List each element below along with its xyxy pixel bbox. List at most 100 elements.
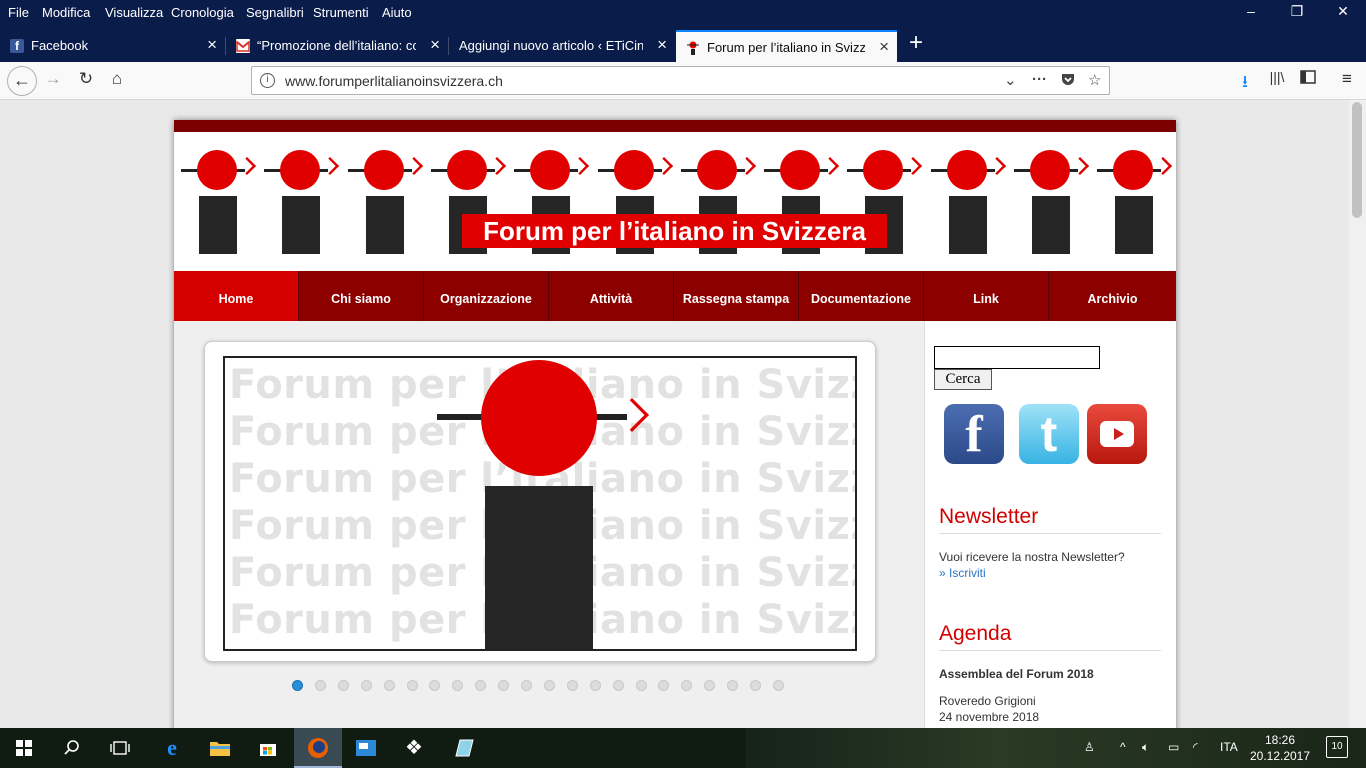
figure-head xyxy=(363,150,404,190)
forward-arrow-icon[interactable]: → xyxy=(40,69,66,93)
chevron-up-icon[interactable]: ^ xyxy=(1120,740,1126,754)
nav-home[interactable]: Home xyxy=(174,271,299,321)
slider-dot[interactable] xyxy=(681,680,693,691)
store-icon[interactable] xyxy=(244,728,292,768)
library-icon[interactable]: |||\ xyxy=(1264,69,1290,93)
language-indicator[interactable]: ITA xyxy=(1220,740,1238,754)
figure-body xyxy=(365,196,404,254)
search-input[interactable] xyxy=(934,346,1100,369)
search-icon[interactable] xyxy=(48,728,96,768)
notes-icon[interactable] xyxy=(440,728,488,768)
tab-wordpress[interactable]: Aggiungi nuovo articolo ‹ ETiCinfor × xyxy=(449,30,675,62)
wifi-icon[interactable]: ◜ xyxy=(1193,740,1198,754)
clock[interactable]: 18:26 20.12.2017 xyxy=(1248,732,1312,764)
close-tab-icon[interactable]: × xyxy=(879,38,889,55)
menu-aiuto[interactable]: Aiuto xyxy=(382,5,412,20)
url-text[interactable]: www.forumperlitalianoinsvizzera.ch xyxy=(285,73,503,89)
info-icon[interactable]: i xyxy=(260,73,275,88)
close-tab-icon[interactable]: × xyxy=(657,36,667,53)
slider-dot[interactable] xyxy=(612,680,624,691)
restore-button[interactable]: ❐ xyxy=(1274,3,1320,25)
slider-dot[interactable] xyxy=(429,680,441,691)
back-arrow-icon[interactable]: ← xyxy=(7,66,37,96)
battery-icon[interactable]: ▭ xyxy=(1168,740,1179,754)
slider-dot[interactable] xyxy=(589,680,601,691)
figure-arrow xyxy=(987,156,1006,176)
firefox-taskbar-icon[interactable] xyxy=(294,728,342,768)
slider-dot[interactable] xyxy=(452,680,464,691)
youtube-icon[interactable] xyxy=(1087,404,1147,464)
tab-gmail[interactable]: “Promozione dell’italiano: com × xyxy=(226,30,448,62)
nav-link[interactable]: Link xyxy=(924,271,1049,321)
slider-dot[interactable] xyxy=(543,680,555,691)
menu-cronologia[interactable]: Cronologia xyxy=(171,5,234,20)
close-tab-icon[interactable]: × xyxy=(207,36,217,53)
people-icon[interactable]: ♙ xyxy=(1084,740,1095,754)
menu-file[interactable]: File xyxy=(8,5,29,20)
edge-icon[interactable]: e xyxy=(148,728,196,768)
slider-dot[interactable] xyxy=(635,680,647,691)
image-slider[interactable]: Forum per l’italiano in Svizzera Forum p… xyxy=(204,341,876,662)
facebook-icon[interactable]: f xyxy=(944,404,1004,464)
nav-chi-siamo[interactable]: Chi siamo xyxy=(299,271,424,321)
banner-logo-figure xyxy=(1010,150,1094,254)
facebook-icon: f xyxy=(10,39,24,53)
newsletter-subscribe-link[interactable]: » Iscriviti xyxy=(939,566,986,580)
bookmark-star-icon[interactable]: ☆ xyxy=(1088,71,1101,89)
nav-organizzazione[interactable]: Organizzazione xyxy=(424,271,549,321)
nav-archivio[interactable]: Archivio xyxy=(1049,271,1176,321)
slider-dot[interactable] xyxy=(314,680,326,691)
dropbox-icon[interactable]: ❖ xyxy=(390,728,438,768)
nav-rassegna-stampa[interactable]: Rassegna stampa xyxy=(674,271,799,321)
chevron-down-icon[interactable]: ⌄ xyxy=(1004,71,1017,89)
figure-head xyxy=(1113,150,1154,190)
slider-dot[interactable] xyxy=(521,680,532,691)
nav-attivita[interactable]: Attività xyxy=(549,271,674,321)
app-icon[interactable] xyxy=(342,728,390,768)
url-bar[interactable]: i www.forumperlitalianoinsvizzera.ch ⌄ ·… xyxy=(251,66,1110,95)
close-tab-icon[interactable]: × xyxy=(430,36,440,53)
start-button[interactable] xyxy=(0,728,48,768)
scrollbar-thumb[interactable] xyxy=(1352,102,1362,218)
slider-dot[interactable] xyxy=(383,680,395,691)
slider-dot[interactable] xyxy=(704,680,716,691)
slider-dot[interactable] xyxy=(360,680,372,691)
slider-dot[interactable] xyxy=(337,680,349,691)
menu-strumenti[interactable]: Strumenti xyxy=(313,5,369,20)
page-actions-icon[interactable]: ··· xyxy=(1032,71,1047,88)
slider-dot[interactable] xyxy=(727,680,739,691)
home-icon[interactable]: ⌂ xyxy=(104,69,130,93)
slider-dot[interactable] xyxy=(292,680,303,691)
volume-icon[interactable]: 🔈︎ xyxy=(1142,740,1149,755)
agenda-event-title[interactable]: Assemblea del Forum 2018 xyxy=(939,667,1094,681)
menu-visualizza[interactable]: Visualizza xyxy=(105,5,163,20)
slide-image[interactable]: Forum per l’italiano in Svizzera Forum p… xyxy=(223,356,857,651)
file-explorer-icon[interactable] xyxy=(196,728,244,768)
slider-dot[interactable] xyxy=(566,680,578,691)
slider-dot[interactable] xyxy=(498,680,510,691)
twitter-icon[interactable]: t xyxy=(1019,404,1079,464)
slider-dot[interactable] xyxy=(406,680,418,691)
hamburger-menu-icon[interactable]: ≡ xyxy=(1334,69,1360,93)
close-window-button[interactable]: ✕ xyxy=(1320,3,1366,25)
nav-documentazione[interactable]: Documentazione xyxy=(799,271,924,321)
figure-arrow xyxy=(571,156,590,176)
menu-modifica[interactable]: Modifica xyxy=(42,5,90,20)
notification-center-icon[interactable]: 10 xyxy=(1326,736,1348,758)
minimize-button[interactable]: – xyxy=(1228,3,1274,25)
reload-icon[interactable]: ↻ xyxy=(73,69,99,93)
tab-forum[interactable]: Forum per l’italiano in Svizzera × xyxy=(676,30,897,62)
page-scrollbar[interactable] xyxy=(1349,100,1366,728)
slider-dot[interactable] xyxy=(475,680,487,691)
tab-facebook[interactable]: f Facebook × xyxy=(0,30,225,62)
task-view-icon[interactable] xyxy=(96,728,144,768)
sidebar-icon[interactable] xyxy=(1295,69,1321,93)
slider-dot[interactable] xyxy=(772,680,784,691)
download-icon[interactable]: ⭳ xyxy=(1232,69,1258,93)
menu-segnalibri[interactable]: Segnalibri xyxy=(246,5,304,20)
slider-dot[interactable] xyxy=(658,680,670,691)
slider-dot[interactable] xyxy=(750,680,761,691)
search-button[interactable]: Cerca xyxy=(934,369,992,390)
new-tab-button[interactable]: + xyxy=(903,29,929,57)
pocket-icon[interactable] xyxy=(1060,71,1076,91)
